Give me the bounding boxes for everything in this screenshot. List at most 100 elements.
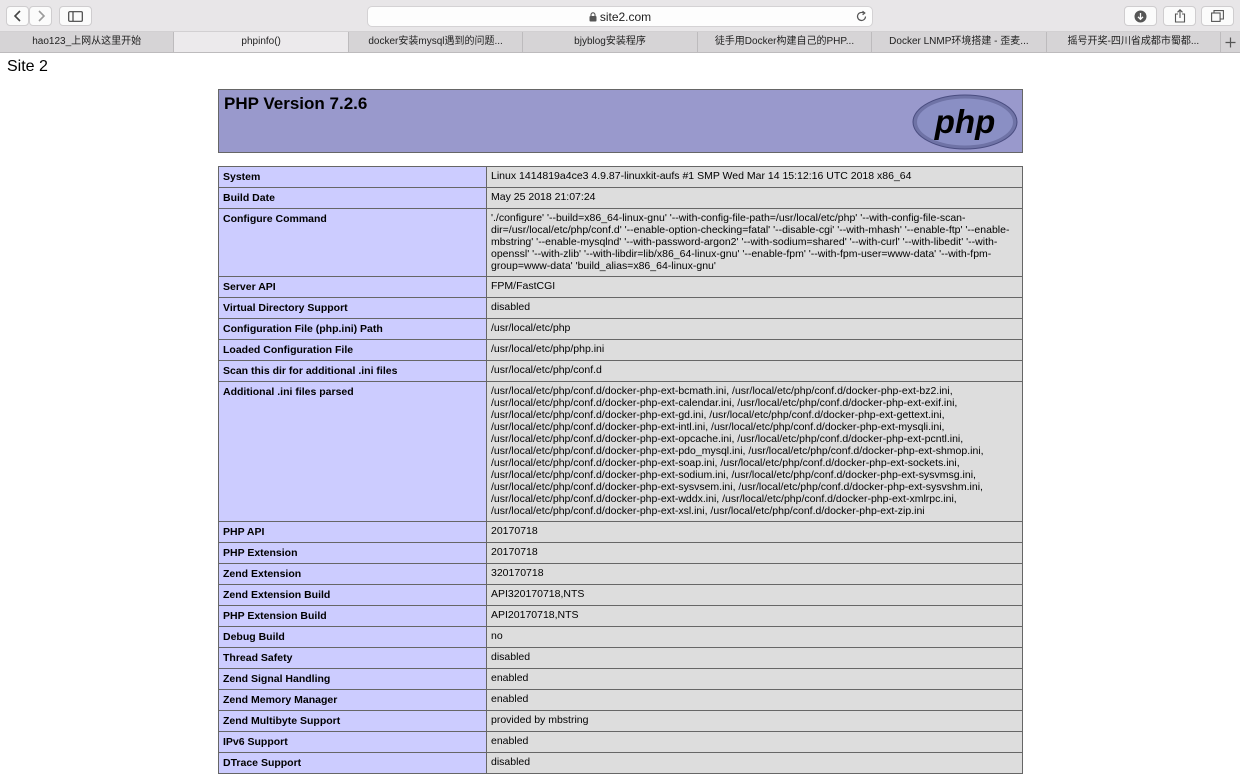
setting-value: 320170718	[486, 563, 1023, 585]
tabs-overview-button[interactable]	[1201, 6, 1234, 26]
forward-button[interactable]	[29, 6, 52, 26]
phpinfo-container: PHP Version 7.2.6 php System Linux 141481…	[218, 89, 1023, 774]
table-row: Loaded Configuration File/usr/local/etc/…	[218, 339, 1023, 361]
setting-name: Scan this dir for additional .ini files	[218, 360, 487, 382]
table-row: Build Date May 25 2018 21:07:24	[218, 187, 1023, 209]
browser-toolbar: site2.com	[0, 0, 1240, 32]
setting-name-text: System	[223, 171, 261, 183]
setting-name-text: Loaded Configuration File	[223, 344, 354, 356]
share-button[interactable]	[1163, 6, 1196, 26]
table-row: Server API FPM/FastCGI	[218, 276, 1023, 298]
reload-icon[interactable]	[855, 10, 868, 23]
php-logo-text: php	[934, 103, 995, 140]
setting-name-text: DTrace Support	[223, 757, 302, 769]
downloads-button[interactable]	[1124, 6, 1157, 26]
setting-name: Additional .ini files parsed	[218, 381, 487, 522]
setting-name: Zend Signal Handling	[218, 668, 487, 690]
setting-name-text: PHP Extension Build	[223, 610, 327, 622]
setting-value: API320170718,NTS	[486, 584, 1023, 606]
back-icon	[13, 10, 21, 22]
setting-name-text: Scan this dir for additional .ini files	[223, 365, 398, 377]
table-row: Zend Memory Manager enabled	[218, 689, 1023, 711]
setting-value: /usr/local/etc/php/php.ini	[486, 339, 1023, 361]
setting-value: disabled	[486, 297, 1023, 319]
setting-name: Configure Command	[218, 208, 487, 277]
setting-value: disabled	[486, 752, 1023, 774]
setting-value: provided by mbstring	[486, 710, 1023, 732]
setting-name: Zend Memory Manager	[218, 689, 487, 711]
setting-name-text: Zend Signal Handling	[223, 673, 331, 685]
setting-name-text: Zend Extension Build	[223, 589, 331, 601]
lock-icon	[589, 12, 597, 22]
tab-hao123[interactable]: hao123_上网从这里开始	[0, 32, 175, 52]
setting-value: 20170718	[486, 542, 1023, 564]
table-row: IPv6 Support enabled	[218, 731, 1023, 753]
tab-docker-lnmp[interactable]: Docker LNMP环境搭建 - 歪麦...	[872, 32, 1047, 52]
setting-name: PHP Extension Build	[218, 605, 487, 627]
setting-name: Build Date	[218, 187, 487, 209]
setting-name: Zend Extension Build	[218, 584, 487, 606]
table-row: Debug Build no	[218, 626, 1023, 648]
tab-docker-php[interactable]: 徒手用Docker构建自己的PHP...	[698, 32, 873, 52]
tabs-overview-icon	[1211, 10, 1224, 22]
setting-value: './configure' '--build=x86_64-linux-gnu'…	[486, 208, 1023, 277]
address-bar[interactable]: site2.com	[367, 6, 873, 27]
php-logo-icon[interactable]: php	[912, 94, 1018, 150]
table-row: PHP Extension 20170718	[218, 542, 1023, 564]
table-row: Additional .ini files parsed/usr/local/e…	[218, 381, 1023, 522]
new-tab-icon	[1225, 37, 1236, 47]
setting-value: API20170718,NTS	[486, 605, 1023, 627]
table-row: Scan this dir for additional .ini files /…	[218, 360, 1023, 382]
setting-name-text: Thread Safety	[223, 652, 293, 664]
tab-bar: hao123_上网从这里开始 phpinfo() docker安装mysql遇到…	[0, 32, 1240, 53]
table-row: PHP API 20170718	[218, 521, 1023, 543]
sidebar-icon	[68, 10, 83, 22]
setting-name: System	[218, 166, 487, 188]
table-row: DTrace Support disabled	[218, 752, 1023, 774]
setting-value: /usr/local/etc/php	[486, 318, 1023, 340]
setting-name-text: Zend Multibyte Support	[223, 715, 341, 727]
table-row: Thread Safety disabled	[218, 647, 1023, 669]
setting-name: Server API	[218, 276, 487, 298]
setting-name: Debug Build	[218, 626, 487, 648]
tab-bjyblog[interactable]: bjyblog安装程序	[523, 32, 698, 52]
setting-name: Thread Safety	[218, 647, 487, 669]
setting-value: enabled	[486, 668, 1023, 690]
setting-name-text: Debug Build	[223, 631, 285, 643]
setting-name-text: Zend Memory Manager	[223, 694, 338, 706]
table-row: PHP Extension Build API20170718,NTS	[218, 605, 1023, 627]
setting-name: Configuration File (php.ini) Path	[218, 318, 487, 340]
back-button[interactable]	[6, 6, 29, 26]
setting-name: DTrace Support	[218, 752, 487, 774]
phpinfo-table: System Linux 1414819a4ce3 4.9.87-linuxkit…	[218, 166, 1023, 774]
setting-name: PHP API	[218, 521, 487, 543]
setting-name: IPv6 Support	[218, 731, 487, 753]
table-row: Configure Command './configure' '--build=…	[218, 208, 1023, 277]
setting-name-text: Server API	[223, 281, 276, 293]
table-row: Zend Signal Handling enabled	[218, 668, 1023, 690]
table-row: Zend Extension 320170718	[218, 563, 1023, 585]
setting-name-text: PHP Extension	[223, 547, 298, 559]
table-row: Zend Extension Build API320170718,NTS	[218, 584, 1023, 606]
site-label: Site 2	[7, 58, 48, 75]
new-tab-button[interactable]	[1221, 32, 1240, 52]
forward-icon	[37, 10, 45, 22]
php-version-header: PHP Version 7.2.6 php	[218, 89, 1023, 153]
setting-value: disabled	[486, 647, 1023, 669]
setting-value: enabled	[486, 731, 1023, 753]
setting-name-text: Configure Command	[223, 213, 327, 225]
setting-name: Zend Multibyte Support	[218, 710, 487, 732]
sidebar-button[interactable]	[59, 6, 92, 26]
tab-docker-mysql[interactable]: docker安装mysql遇到的问题...	[349, 32, 524, 52]
setting-name: Loaded Configuration File	[218, 339, 487, 361]
setting-name-text: Additional .ini files parsed	[223, 386, 354, 398]
address-text: site2.com	[599, 10, 652, 24]
download-icon	[1134, 10, 1147, 22]
setting-name-text: Virtual Directory Support	[223, 302, 348, 314]
php-version-title: PHP Version 7.2.6	[224, 94, 368, 113]
setting-name-text: IPv6 Support	[223, 736, 288, 748]
tab-lottery[interactable]: 摇号开奖-四川省成都市蜀都...	[1047, 32, 1222, 52]
tab-phpinfo[interactable]: phpinfo()	[174, 32, 349, 52]
setting-value: 20170718	[486, 521, 1023, 543]
table-row: System Linux 1414819a4ce3 4.9.87-linuxkit…	[218, 166, 1023, 188]
